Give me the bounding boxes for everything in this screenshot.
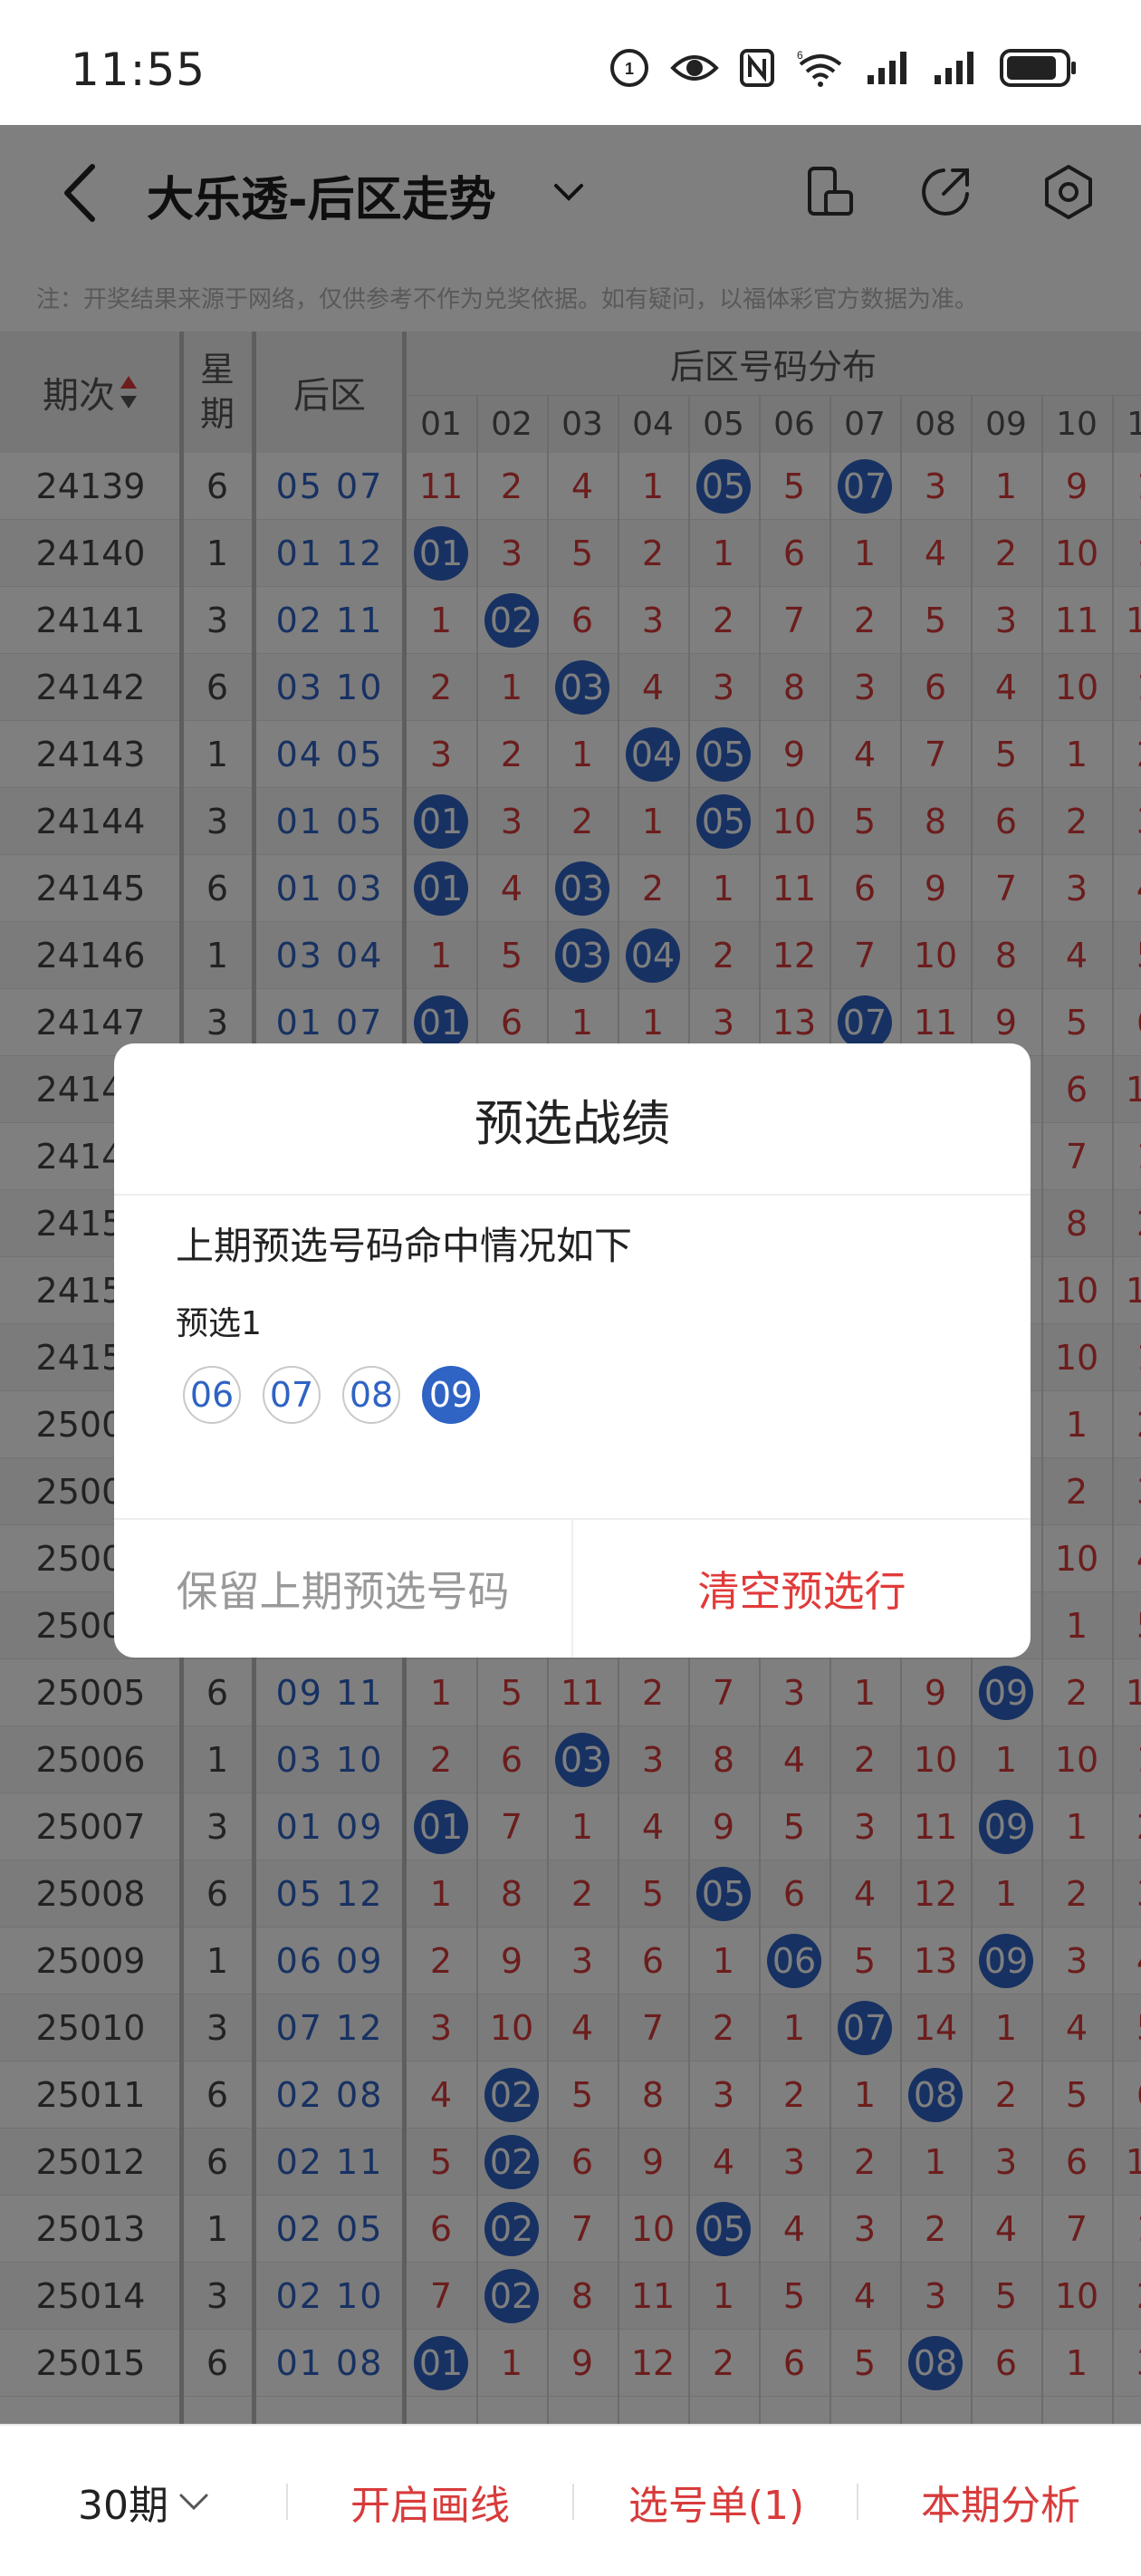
dialog-subtitle: 上期预选号码命中情况如下 (176, 1224, 633, 1268)
bottom-divider (572, 2484, 574, 2520)
svg-text:6: 6 (797, 49, 803, 62)
eye-icon (670, 55, 719, 81)
preselect-ball-hit: 09 (422, 1366, 480, 1424)
preselect-ball: 08 (342, 1366, 400, 1424)
clear-preselect-button[interactable]: 清空预选行 (573, 1520, 1031, 1658)
status-bar: 11:55 1 6 (0, 0, 1141, 125)
bottom-bar: 30期 开启画线 选号单(1) 本期分析 (0, 2424, 1141, 2576)
period-label: 30期 (78, 2483, 168, 2529)
bottom-divider (857, 2484, 858, 2520)
period-select[interactable]: 30期 (36, 2426, 254, 2576)
nfc-icon (740, 49, 774, 87)
bottom-divider (286, 2484, 288, 2520)
chevron-down-icon (179, 2494, 208, 2511)
signal-icon (868, 52, 906, 84)
pick-list-button[interactable]: 选号单(1) (576, 2426, 857, 2576)
preselect-record-dialog: 预选战绩 上期预选号码命中情况如下 预选1 06 07 08 09 保留上期预选… (114, 1043, 1031, 1658)
signal-icon (935, 52, 973, 84)
status-icons: 1 6 (609, 47, 1078, 89)
wifi-6-icon: 6 (797, 49, 842, 87)
svg-text:1: 1 (625, 60, 634, 78)
preselect-ball: 06 (183, 1366, 241, 1424)
dialog-buttons: 保留上期预选号码 清空预选行 (114, 1518, 1031, 1658)
preselect-balls: 06 07 08 09 (183, 1366, 480, 1424)
draw-line-button[interactable]: 开启画线 (290, 2426, 570, 2576)
battery-icon (1000, 49, 1076, 87)
hd-icon: 1 (610, 49, 648, 87)
keep-preselect-button[interactable]: 保留上期预选号码 (114, 1520, 573, 1658)
preselect-ball: 07 (263, 1366, 321, 1424)
period-analysis-button[interactable]: 本期分析 (860, 2426, 1141, 2576)
status-time: 11:55 (71, 43, 206, 96)
preselect-group-label: 预选1 (176, 1305, 262, 1342)
dialog-title: 预选战绩 (114, 1043, 1031, 1196)
